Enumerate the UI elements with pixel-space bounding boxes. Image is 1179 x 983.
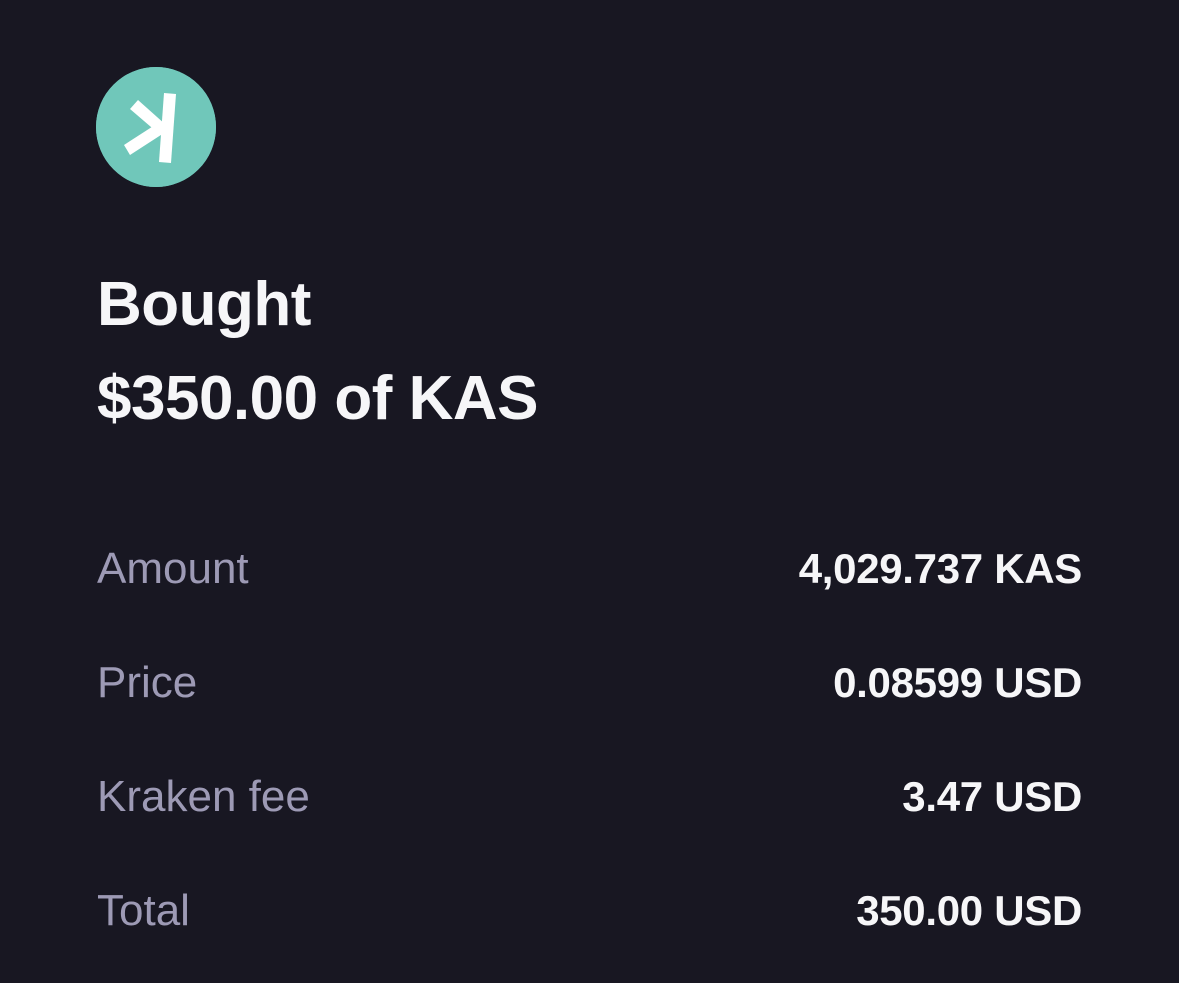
amount-label: Amount xyxy=(97,544,249,593)
detail-row-amount: Amount 4,029.737 KAS xyxy=(97,512,1082,626)
price-label: Price xyxy=(97,658,198,707)
kaspa-logo-glyph xyxy=(96,67,216,187)
transaction-details: Amount 4,029.737 KAS Price 0.08599 USD K… xyxy=(97,512,1082,968)
price-value: 0.08599 USD xyxy=(833,659,1082,706)
total-value: 350.00 USD xyxy=(856,887,1082,934)
transaction-title: Bought $350.00 of KAS xyxy=(97,258,539,446)
transaction-summary: $350.00 of KAS xyxy=(97,364,539,433)
kaspa-logo-icon xyxy=(96,67,216,187)
amount-value: 4,029.737 KAS xyxy=(798,545,1083,592)
detail-row-price: Price 0.08599 USD xyxy=(97,626,1082,740)
total-label: Total xyxy=(97,886,190,935)
detail-row-total: Total 350.00 USD xyxy=(97,854,1082,968)
fee-value: 3.47 USD xyxy=(902,773,1082,820)
transaction-type: Bought xyxy=(97,270,311,339)
detail-row-fee: Kraken fee 3.47 USD xyxy=(97,740,1082,854)
fee-label: Kraken fee xyxy=(97,772,310,821)
